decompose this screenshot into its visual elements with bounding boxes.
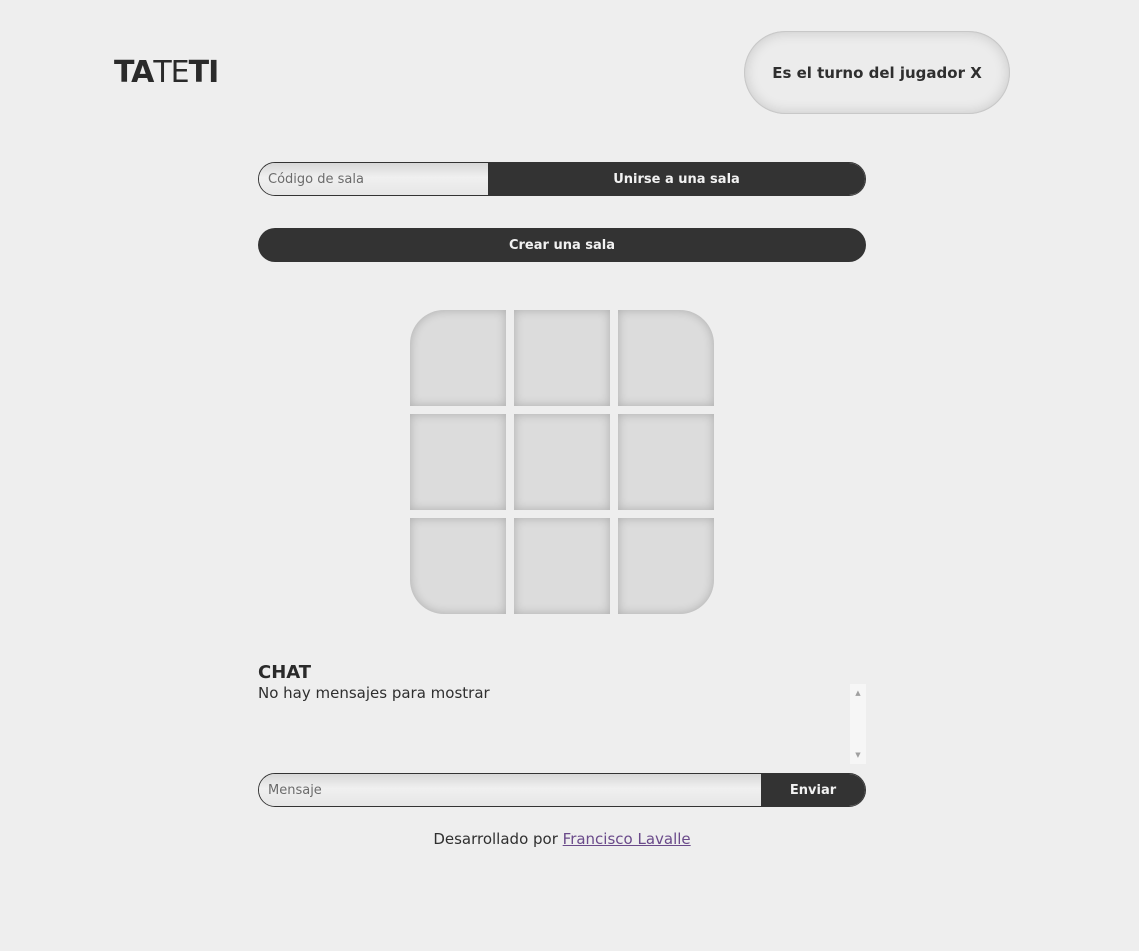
board-cell-1[interactable]: [410, 310, 506, 406]
turn-indicator-text: Es el turno del jugador X: [772, 63, 982, 82]
create-room-button[interactable]: Crear una sala: [258, 228, 866, 262]
chat-message-input[interactable]: [259, 774, 761, 806]
chat-messages: No hay mensajes para mostrar ▲ ▼: [258, 684, 866, 764]
board-cell-9[interactable]: [618, 518, 714, 614]
board-cell-8[interactable]: [514, 518, 610, 614]
logo-part-ti: TI: [188, 55, 220, 90]
scroll-down-arrow-icon[interactable]: ▼: [850, 748, 866, 762]
board-cell-2[interactable]: [514, 310, 610, 406]
send-message-button[interactable]: Enviar: [761, 774, 865, 806]
chat-title: CHAT: [258, 662, 312, 683]
logo: TATETI: [114, 55, 220, 90]
footer-credit: Desarrollado por: [433, 830, 563, 848]
logo-part-ta: TA: [114, 55, 154, 90]
board-cell-4[interactable]: [410, 414, 506, 510]
game-board: [410, 310, 714, 614]
footer: Desarrollado por Francisco Lavalle: [0, 830, 1124, 848]
chat-scrollbar[interactable]: ▲ ▼: [850, 684, 866, 764]
author-link[interactable]: Francisco Lavalle: [563, 830, 691, 848]
chat-input-form: Enviar: [258, 773, 866, 807]
chat-empty-message: No hay mensajes para mostrar: [258, 684, 490, 702]
logo-part-te: TE: [153, 55, 189, 90]
board-cell-6[interactable]: [618, 414, 714, 510]
board-cell-5[interactable]: [514, 414, 610, 510]
board-cell-7[interactable]: [410, 518, 506, 614]
scroll-up-arrow-icon[interactable]: ▲: [850, 686, 866, 700]
room-code-input[interactable]: [259, 163, 488, 195]
board-cell-3[interactable]: [618, 310, 714, 406]
join-room-button[interactable]: Unirse a una sala: [488, 163, 865, 195]
turn-indicator: Es el turno del jugador X: [744, 31, 1010, 114]
join-room-form: Unirse a una sala: [258, 162, 866, 196]
